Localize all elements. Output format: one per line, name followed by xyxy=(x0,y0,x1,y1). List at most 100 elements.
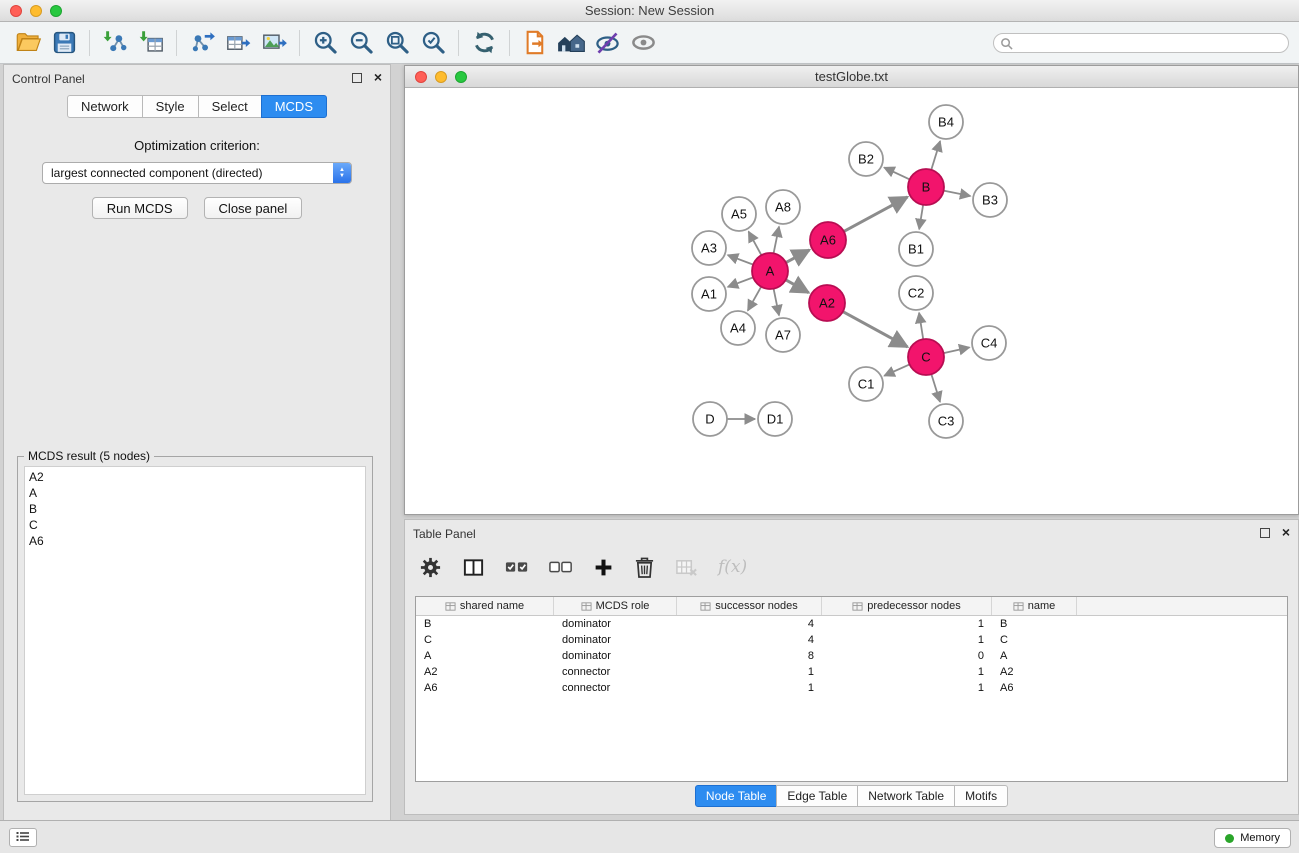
network-node-A8[interactable]: A8 xyxy=(766,190,800,224)
search-input[interactable] xyxy=(993,33,1289,53)
cell-shared-name[interactable]: C xyxy=(416,632,554,648)
network-node-B1[interactable]: B1 xyxy=(899,232,933,266)
network-minimize-button[interactable] xyxy=(435,71,447,83)
columns-button[interactable] xyxy=(462,552,485,582)
network-node-C[interactable]: C xyxy=(908,339,944,375)
network-node-B4[interactable]: B4 xyxy=(929,105,963,139)
edge-C-C1[interactable] xyxy=(884,364,909,375)
tab-mcds[interactable]: MCDS xyxy=(261,95,327,118)
run-mcds-button[interactable]: Run MCDS xyxy=(92,197,188,219)
network-node-C4[interactable]: C4 xyxy=(972,326,1006,360)
select-all-button[interactable] xyxy=(505,552,529,582)
cell-shared-name[interactable]: A2 xyxy=(416,664,554,680)
cell-predecessor-nodes[interactable]: 1 xyxy=(822,680,992,696)
task-history-button[interactable] xyxy=(9,828,37,847)
tab-select[interactable]: Select xyxy=(198,95,262,118)
memory-button[interactable]: Memory xyxy=(1214,828,1291,848)
add-row-button[interactable] xyxy=(593,552,614,582)
network-node-C2[interactable]: C2 xyxy=(899,276,933,310)
zoom-in-button[interactable] xyxy=(307,26,343,60)
edge-B-B3[interactable] xyxy=(944,191,971,196)
network-node-A5[interactable]: A5 xyxy=(722,197,756,231)
column-header-predecessor-nodes[interactable]: predecessor nodes xyxy=(822,597,992,615)
table-row-B[interactable]: Bdominator41B xyxy=(416,616,1287,632)
cell-predecessor-nodes[interactable]: 1 xyxy=(822,632,992,648)
table-row-A2[interactable]: A2connector11A2 xyxy=(416,664,1287,680)
tab-node-table[interactable]: Node Table xyxy=(695,785,778,807)
tab-network[interactable]: Network xyxy=(67,95,143,118)
edge-C-C3[interactable] xyxy=(931,374,940,402)
mcds-result-list[interactable]: A2ABCA6 xyxy=(24,466,366,795)
export-table-button[interactable] xyxy=(220,26,256,60)
network-node-D[interactable]: D xyxy=(693,402,727,436)
close-panel-button[interactable]: × xyxy=(374,69,382,85)
cell-successor-nodes[interactable]: 4 xyxy=(677,616,822,632)
tab-edge-table[interactable]: Edge Table xyxy=(776,785,858,807)
network-node-A7[interactable]: A7 xyxy=(766,318,800,352)
network-window-titlebar[interactable]: testGlobe.txt xyxy=(405,66,1298,88)
network-node-C3[interactable]: C3 xyxy=(929,404,963,438)
home-button[interactable] xyxy=(553,26,589,60)
edge-A-A4[interactable] xyxy=(748,287,761,311)
cell-MCDS-role[interactable]: dominator xyxy=(554,632,677,648)
export-image-button[interactable] xyxy=(256,26,292,60)
network-node-A4[interactable]: A4 xyxy=(721,311,755,345)
cell-MCDS-role[interactable]: connector xyxy=(554,664,677,680)
network-node-A1[interactable]: A1 xyxy=(692,277,726,311)
edge-A-A8[interactable] xyxy=(774,227,779,254)
delete-row-button[interactable] xyxy=(634,552,655,582)
network-node-B2[interactable]: B2 xyxy=(849,142,883,176)
tab-style[interactable]: Style xyxy=(142,95,199,118)
import-table-button[interactable] xyxy=(133,26,169,60)
cell-successor-nodes[interactable]: 1 xyxy=(677,680,822,696)
cell-name[interactable]: A2 xyxy=(992,664,1077,680)
cell-shared-name[interactable]: A6 xyxy=(416,680,554,696)
column-header-successor-nodes[interactable]: successor nodes xyxy=(677,597,822,615)
network-node-C1[interactable]: C1 xyxy=(849,367,883,401)
edge-C-C4[interactable] xyxy=(944,347,970,353)
network-node-A6[interactable]: A6 xyxy=(810,222,846,258)
settings-button[interactable] xyxy=(419,552,442,582)
cell-name[interactable]: A xyxy=(992,648,1077,664)
cell-MCDS-role[interactable]: connector xyxy=(554,680,677,696)
open-file-button[interactable] xyxy=(10,26,46,60)
table-row-A6[interactable]: A6connector11A6 xyxy=(416,680,1287,696)
edge-A6-B[interactable] xyxy=(844,197,908,231)
tab-motifs[interactable]: Motifs xyxy=(954,785,1008,807)
network-canvas[interactable]: B4B2BB3A8A5A6A3B1AC2A1A2A4A7C4CC1DD1C3 xyxy=(405,89,1298,514)
network-node-A[interactable]: A xyxy=(752,253,788,289)
close-panel-button-2[interactable]: Close panel xyxy=(204,197,303,219)
export-network-button[interactable] xyxy=(184,26,220,60)
import-network-button[interactable] xyxy=(97,26,133,60)
save-session-button[interactable] xyxy=(46,26,82,60)
cell-predecessor-nodes[interactable]: 1 xyxy=(822,664,992,680)
cell-shared-name[interactable]: B xyxy=(416,616,554,632)
table-row-A[interactable]: Adominator80A xyxy=(416,648,1287,664)
network-node-B[interactable]: B xyxy=(908,169,944,205)
cell-name[interactable]: B xyxy=(992,616,1077,632)
zoom-window-button[interactable] xyxy=(50,5,62,17)
show-hide-button[interactable] xyxy=(625,26,661,60)
edge-A2-C[interactable] xyxy=(843,312,908,347)
table-float-panel-button[interactable] xyxy=(1260,528,1270,538)
edge-C-C2[interactable] xyxy=(919,313,923,339)
cell-predecessor-nodes[interactable]: 0 xyxy=(822,648,992,664)
column-header-shared-name[interactable]: shared name xyxy=(416,597,554,615)
cell-shared-name[interactable]: A xyxy=(416,648,554,664)
export-page-button[interactable] xyxy=(517,26,553,60)
optimization-criterion-dropdown[interactable]: largest connected component (directed) ▲… xyxy=(42,162,352,184)
edge-B-B1[interactable] xyxy=(919,205,923,229)
zoom-selected-button[interactable] xyxy=(415,26,451,60)
float-panel-button[interactable] xyxy=(352,73,362,83)
network-node-D1[interactable]: D1 xyxy=(758,402,792,436)
edge-B-B2[interactable] xyxy=(884,167,910,179)
cell-successor-nodes[interactable]: 8 xyxy=(677,648,822,664)
network-node-A2[interactable]: A2 xyxy=(809,285,845,321)
table-row-C[interactable]: Cdominator41C xyxy=(416,632,1287,648)
network-node-B3[interactable]: B3 xyxy=(973,183,1007,217)
column-header-MCDS-role[interactable]: MCDS role xyxy=(554,597,677,615)
cell-name[interactable]: A6 xyxy=(992,680,1077,696)
network-zoom-button[interactable] xyxy=(455,71,467,83)
table-close-panel-button[interactable]: × xyxy=(1282,524,1290,540)
zoom-fit-button[interactable] xyxy=(379,26,415,60)
